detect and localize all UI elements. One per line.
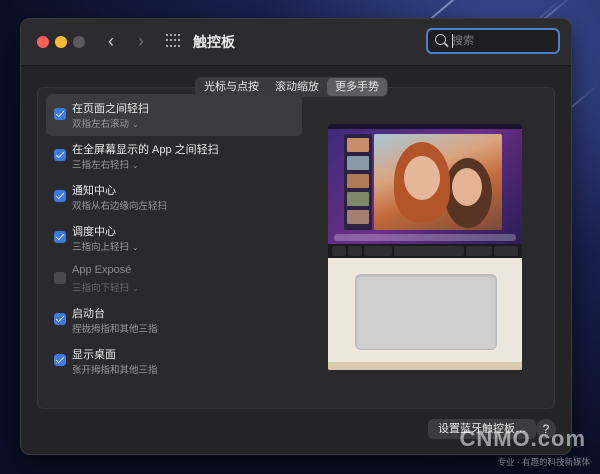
preferences-window: ‹ › 触控板 在页面之间轻扫双指左右滚动⌄在全屏幕显示的 App 之间轻扫三指… [20,18,572,455]
gesture-checkbox[interactable] [54,272,66,284]
chevron-down-icon: ⌄ [132,243,139,252]
tab-scroll-zoom[interactable]: 滚动缩放 [267,78,327,96]
tab-more-gestures[interactable]: 更多手势 [327,78,387,96]
gesture-checkbox[interactable] [54,190,66,202]
gesture-title: 在全屏幕显示的 App 之间轻扫 [72,144,219,156]
gesture-title: 调度中心 [72,226,116,238]
watermark-tagline: 专业 · 有趣的科技新媒体 [497,457,590,467]
gesture-title: 在页面之间轻扫 [72,103,149,115]
gesture-item[interactable]: 在页面之间轻扫 双指左右滚动 ⌄ [46,94,302,136]
tab-bar: 光标与点按 滚动缩放 更多手势 [195,77,388,97]
gesture-title: App Exposé [72,264,132,276]
titlebar: ‹ › 触控板 [21,19,571,66]
gesture-item[interactable]: 显示桌面张开拇指和其他三指 [46,340,302,382]
watermark-brand: CNMO.com [459,426,586,451]
gesture-option-popup: 张开拇指和其他三指 [72,362,158,376]
gesture-title: 显示桌面 [72,349,116,361]
chevron-down-icon: ⌄ [132,161,139,170]
gesture-title: 通知中心 [72,185,116,197]
gesture-item[interactable]: 调度中心 三指向上轻扫 ⌄ [46,217,302,259]
gesture-option-popup[interactable]: 三指向下轻扫 ⌄ [72,280,139,294]
gesture-subtitle: 双指从右边缘向左轻扫 [72,201,168,212]
tab-point-click[interactable]: 光标与点按 [196,78,267,96]
gesture-checkbox[interactable] [54,354,66,366]
gesture-checkbox[interactable] [54,313,66,325]
gesture-checkbox[interactable] [54,149,66,161]
gesture-option-popup: 双指从右边缘向左轻扫 [72,198,167,212]
gesture-subtitle: 双指左右滚动 [72,119,130,130]
close-button[interactable] [37,36,49,48]
search-icon [435,34,446,45]
chevron-down-icon: ⌄ [132,120,139,129]
gesture-subtitle: 捏拢拇指和其他三指 [72,324,158,335]
preview-photo [374,134,502,230]
gesture-item[interactable]: 启动台捏拢拇指和其他三指 [46,299,302,341]
preview-keyboard [328,244,522,258]
gesture-title: 启动台 [72,308,105,320]
gesture-item[interactable]: App Exposé 三指向下轻扫 ⌄ [46,258,302,300]
window-title: 触控板 [193,34,235,50]
gesture-item[interactable]: 在全屏幕显示的 App 之间轻扫 三指左右轻扫 ⌄ [46,135,302,177]
search-input[interactable] [452,32,552,50]
gesture-checkbox[interactable] [54,231,66,243]
gesture-preview-video [328,124,522,370]
chevron-down-icon: ⌄ [132,284,139,293]
gesture-option-popup[interactable]: 双指左右滚动 ⌄ [72,116,139,130]
gesture-subtitle: 三指左右轻扫 [72,160,130,171]
gesture-subtitle: 张开拇指和其他三指 [72,365,158,376]
gesture-option-popup: 捏拢拇指和其他三指 [72,321,158,335]
zoom-button[interactable] [73,36,85,48]
gesture-subtitle: 三指向上轻扫 [72,242,130,253]
preview-screen [328,124,522,244]
gesture-checkbox[interactable] [54,108,66,120]
gesture-option-popup[interactable]: 三指左右轻扫 ⌄ [72,157,139,171]
gesture-subtitle: 三指向下轻扫 [72,283,130,294]
gestures-panel: 在页面之间轻扫 双指左右滚动 ⌄ 在全屏幕显示的 App 之间轻扫 三指左右轻扫 ⌄ 通知中… [37,87,555,409]
back-button[interactable]: ‹ [101,30,121,52]
preview-trackpad [355,274,497,350]
gesture-item[interactable]: 通知中心双指从右边缘向左轻扫 [46,176,302,218]
forward-button[interactable]: › [131,30,151,52]
minimize-button[interactable] [55,36,67,48]
search-field[interactable] [426,28,560,54]
gesture-option-popup[interactable]: 三指向上轻扫 ⌄ [72,239,139,253]
show-all-grid-icon[interactable] [166,34,180,48]
preview-dock [334,234,516,241]
